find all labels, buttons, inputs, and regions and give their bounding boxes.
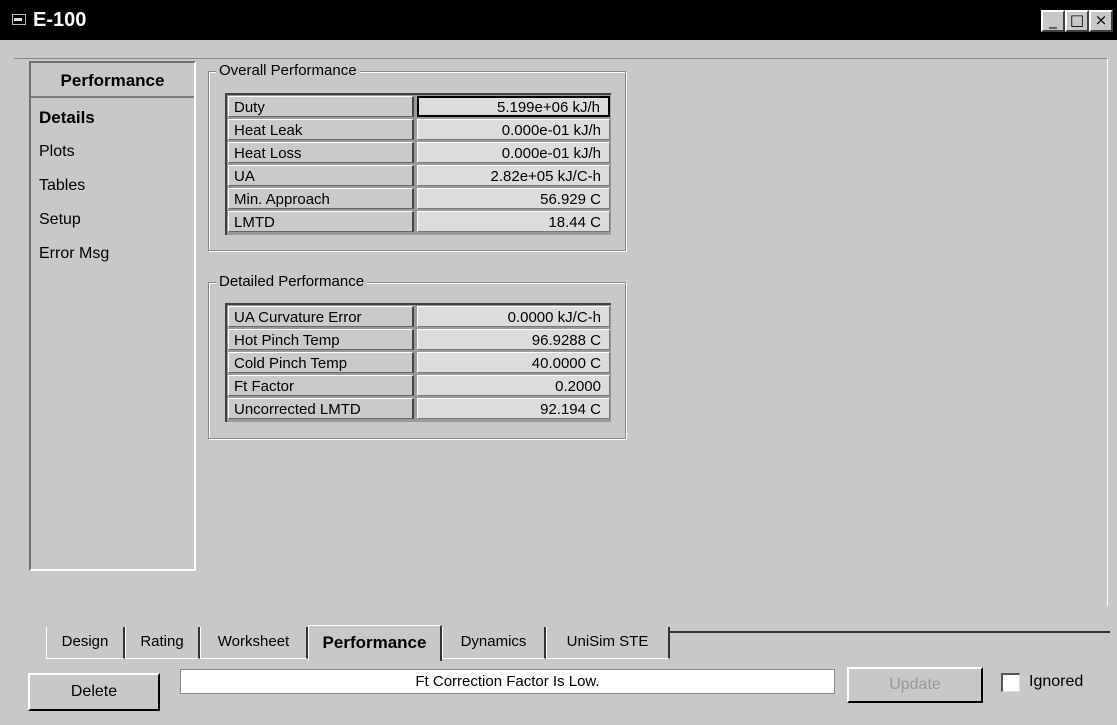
row-label-ua: UA <box>228 165 414 186</box>
heat-loss-value[interactable]: 0.000e-01 kJ/h <box>417 142 610 163</box>
table-row: LMTD 18.44 C <box>227 210 611 233</box>
table-row: UA 2.82e+05 kJ/C-h <box>227 164 611 187</box>
table-row: Heat Loss 0.000e-01 kJ/h <box>227 141 611 164</box>
detailed-performance-title: Detailed Performance <box>216 272 368 292</box>
close-icon[interactable]: × <box>1089 10 1113 32</box>
update-button[interactable]: Update <box>847 667 983 703</box>
lmtd-value[interactable]: 18.44 C <box>417 211 610 232</box>
detailed-performance-grid: UA Curvature Error 0.0000 kJ/C-h Hot Pin… <box>225 303 611 422</box>
ignored-checkbox[interactable] <box>1001 673 1020 692</box>
min-approach-value[interactable]: 56.929 C <box>417 188 610 209</box>
row-label-hot-pinch-temp: Hot Pinch Temp <box>228 329 414 350</box>
duty-value[interactable]: 5.199e+06 kJ/h <box>417 96 610 117</box>
status-message: Ft Correction Factor Is Low. <box>180 669 835 694</box>
row-label-duty: Duty <box>228 96 414 117</box>
navigator-header: Performance <box>31 63 194 98</box>
row-label-lmtd: LMTD <box>228 211 414 232</box>
nav-item-setup[interactable]: Setup <box>39 210 81 230</box>
nav-item-error-msg[interactable]: Error Msg <box>39 244 109 264</box>
table-row: UA Curvature Error 0.0000 kJ/C-h <box>227 305 611 328</box>
overall-performance-group: Overall Performance Duty 5.199e+06 kJ/h … <box>208 61 626 251</box>
tab-dynamics[interactable]: Dynamics <box>442 627 546 659</box>
tab-design[interactable]: Design <box>46 627 125 659</box>
row-label-ft-factor: Ft Factor <box>228 375 414 396</box>
cold-pinch-temp-value[interactable]: 40.0000 C <box>417 352 610 373</box>
ft-factor-value[interactable]: 0.2000 <box>417 375 610 396</box>
row-label-cold-pinch-temp: Cold Pinch Temp <box>228 352 414 373</box>
heat-leak-value[interactable]: 0.000e-01 kJ/h <box>417 119 610 140</box>
ua-curvature-error-value[interactable]: 0.0000 kJ/C-h <box>417 306 610 327</box>
nav-item-tables[interactable]: Tables <box>39 176 85 196</box>
table-row: Heat Leak 0.000e-01 kJ/h <box>227 118 611 141</box>
detailed-performance-group: Detailed Performance UA Curvature Error … <box>208 272 626 439</box>
tab-performance[interactable]: Performance <box>308 625 442 661</box>
table-row: Duty 5.199e+06 kJ/h <box>227 95 611 118</box>
minimize-icon[interactable]: _ <box>1041 10 1065 32</box>
table-row: Uncorrected LMTD 92.194 C <box>227 397 611 420</box>
tab-rating[interactable]: Rating <box>125 627 200 659</box>
table-row: Hot Pinch Temp 96.9288 C <box>227 328 611 351</box>
row-label-uncorrected-lmtd: Uncorrected LMTD <box>228 398 414 419</box>
delete-button[interactable]: Delete <box>28 673 160 711</box>
title-bar: E-100 _ □ × <box>0 0 1117 40</box>
nav-item-details[interactable]: Details <box>39 108 95 128</box>
tab-worksheet[interactable]: Worksheet <box>200 627 308 659</box>
table-row: Min. Approach 56.929 C <box>227 187 611 210</box>
row-label-min-approach: Min. Approach <box>228 188 414 209</box>
page-navigator: Performance Details Plots Tables Setup E… <box>29 61 196 571</box>
overall-performance-title: Overall Performance <box>216 61 360 81</box>
maximize-icon[interactable]: □ <box>1065 10 1089 32</box>
window-title: E-100 <box>33 9 87 31</box>
ua-value[interactable]: 2.82e+05 kJ/C-h <box>417 165 610 186</box>
table-row: Cold Pinch Temp 40.0000 C <box>227 351 611 374</box>
row-label-heat-loss: Heat Loss <box>228 142 414 163</box>
row-label-heat-leak: Heat Leak <box>228 119 414 140</box>
overall-performance-grid: Duty 5.199e+06 kJ/h Heat Leak 0.000e-01 … <box>225 93 611 235</box>
tab-unisim-ste[interactable]: UniSim STE <box>546 627 670 659</box>
window-icon <box>12 14 26 25</box>
row-label-ua-curvature-error: UA Curvature Error <box>228 306 414 327</box>
ignored-label[interactable]: Ignored <box>1029 672 1083 692</box>
hot-pinch-temp-value[interactable]: 96.9288 C <box>417 329 610 350</box>
table-row: Ft Factor 0.2000 <box>227 374 611 397</box>
uncorrected-lmtd-value[interactable]: 92.194 C <box>417 398 610 419</box>
nav-item-plots[interactable]: Plots <box>39 142 75 162</box>
